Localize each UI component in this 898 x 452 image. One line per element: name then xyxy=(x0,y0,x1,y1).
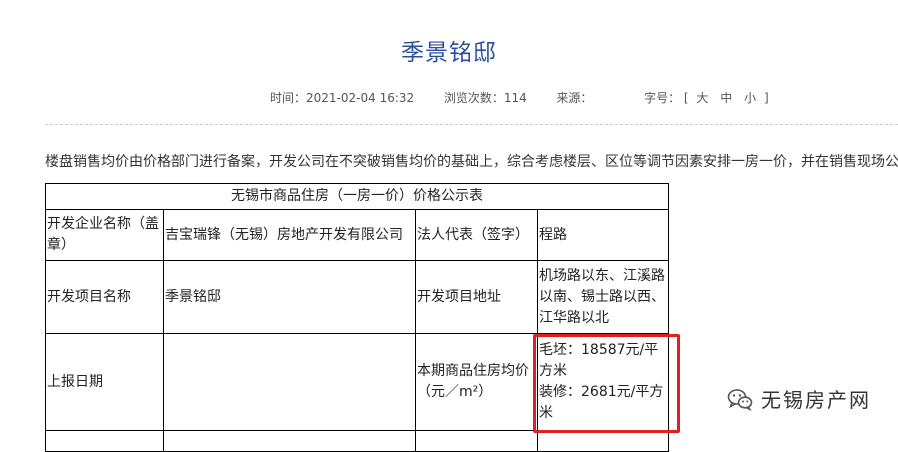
table-caption: 无锡市商品住房（一房一价）价格公示表 xyxy=(45,183,669,210)
font-size-label: 字号： xyxy=(644,91,681,105)
source-label: 来源： xyxy=(556,91,593,105)
table-row: 开发项目名称 季景铭邸 开发项目地址 机场路以东、江溪路以南、锡士路以西、江华路… xyxy=(45,260,669,334)
wechat-icon xyxy=(727,387,753,411)
developer-value: 吉宝瑞锋（无锡）房地产开发有限公司 xyxy=(163,209,416,261)
legal-rep-label: 法人代表（签字） xyxy=(415,209,538,261)
font-size-small-link[interactable]: 小 xyxy=(744,91,756,105)
report-date-value xyxy=(163,333,416,431)
report-date-label: 上报日期 xyxy=(45,333,164,431)
meta-divider xyxy=(45,124,898,125)
project-value: 季景铭邸 xyxy=(163,260,416,334)
article-meta: 时间：2021-02-04 16:32 浏览次数：114 来源： 字号： [ 大… xyxy=(270,89,769,106)
time-value: 2021-02-04 16:32 xyxy=(306,91,415,105)
table-row: 开发企业名称（盖章） 吉宝瑞锋（无锡）房地产开发有限公司 法人代表（签字） 程路 xyxy=(45,209,669,261)
font-size-open-bracket: [ xyxy=(683,91,689,105)
table-row xyxy=(45,430,669,452)
watermark: 无锡房产网 xyxy=(727,384,871,413)
font-size-close-bracket: ] xyxy=(763,91,769,105)
page-title: 季景铭邸 xyxy=(401,40,497,66)
project-label: 开发项目名称 xyxy=(45,260,164,334)
time-label: 时间： xyxy=(270,91,307,105)
font-size-medium-link[interactable]: 中 xyxy=(720,91,732,105)
font-size-large-link[interactable]: 大 xyxy=(696,91,708,105)
font-size-switcher: 字号： [ 大 中 小 ] xyxy=(644,89,769,106)
article-intro: 楼盘销售均价由价格部门进行备案，开发公司在不突破销售均价的基础上，综合考虑楼层、… xyxy=(45,154,898,170)
watermark-text: 无锡房产网 xyxy=(761,388,871,412)
legal-rep-value: 程路 xyxy=(537,209,669,261)
views-label: 浏览次数： xyxy=(443,91,504,105)
address-label: 开发项目地址 xyxy=(415,260,538,334)
address-value: 机场路以东、江溪路以南、锡士路以西、江华路以北 xyxy=(537,260,669,334)
views-value: 114 xyxy=(503,91,527,105)
price-highlight-box xyxy=(533,334,680,433)
avg-price-label: 本期商品住房均价（元／m²） xyxy=(415,333,538,431)
developer-label: 开发企业名称（盖章） xyxy=(45,209,164,261)
